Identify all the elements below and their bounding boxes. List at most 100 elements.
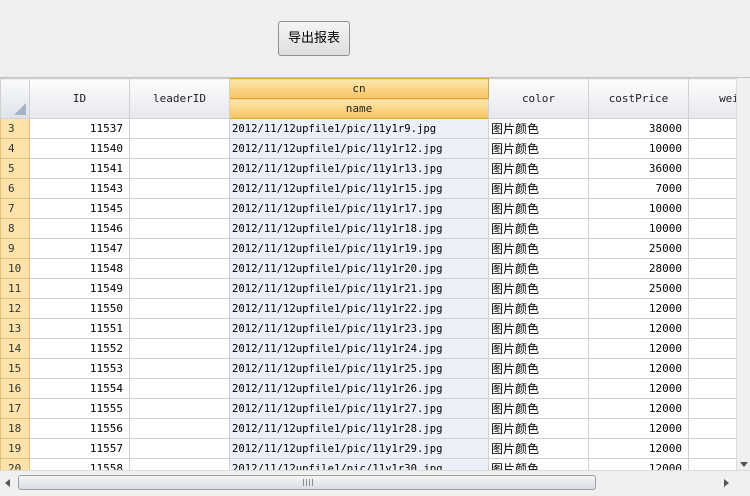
cell-costprice[interactable]: 38000 — [589, 119, 689, 139]
row-number[interactable]: 17 — [1, 399, 30, 419]
cell-color[interactable]: 图片颜色 — [489, 319, 589, 339]
cell-name[interactable]: 2012/11/12upfile1/pic/11y1r24.jpg — [230, 339, 489, 359]
row-number[interactable]: 7 — [1, 199, 30, 219]
cell-leaderid[interactable] — [130, 439, 230, 459]
cell-color[interactable]: 图片颜色 — [489, 299, 589, 319]
row-number[interactable]: 9 — [1, 239, 30, 259]
cell-color[interactable]: 图片颜色 — [489, 439, 589, 459]
column-header-id[interactable]: ID — [30, 79, 130, 119]
row-number[interactable]: 16 — [1, 379, 30, 399]
cell-color[interactable]: 图片颜色 — [489, 419, 589, 439]
cell-id[interactable]: 11548 — [30, 259, 130, 279]
scroll-left-arrow-icon[interactable] — [5, 479, 10, 487]
cell-id[interactable]: 11545 — [30, 199, 130, 219]
row-number[interactable]: 18 — [1, 419, 30, 439]
cell-id[interactable]: 11553 — [30, 359, 130, 379]
cell-leaderid[interactable] — [130, 339, 230, 359]
cell-leaderid[interactable] — [130, 299, 230, 319]
cell-leaderid[interactable] — [130, 359, 230, 379]
row-number[interactable]: 12 — [1, 299, 30, 319]
column-header-color[interactable]: color — [489, 79, 589, 119]
cell-color[interactable]: 图片颜色 — [489, 359, 589, 379]
table-row[interactable]: 9115472012/11/12upfile1/pic/11y1r19.jpg图… — [1, 239, 750, 259]
cell-id[interactable]: 11540 — [30, 139, 130, 159]
table-row[interactable]: 10115482012/11/12upfile1/pic/11y1r20.jpg… — [1, 259, 750, 279]
cell-costprice[interactable]: 12000 — [589, 299, 689, 319]
cell-id[interactable]: 11557 — [30, 439, 130, 459]
cell-leaderid[interactable] — [130, 139, 230, 159]
cell-leaderid[interactable] — [130, 259, 230, 279]
cell-costprice[interactable]: 10000 — [589, 139, 689, 159]
cell-color[interactable]: 图片颜色 — [489, 239, 589, 259]
cell-name[interactable]: 2012/11/12upfile1/pic/11y1r15.jpg — [230, 179, 489, 199]
cell-color[interactable]: 图片颜色 — [489, 279, 589, 299]
cell-name[interactable]: 2012/11/12upfile1/pic/11y1r22.jpg — [230, 299, 489, 319]
table-row[interactable]: 19115572012/11/12upfile1/pic/11y1r29.jpg… — [1, 439, 750, 459]
cell-id[interactable]: 11549 — [30, 279, 130, 299]
row-number[interactable]: 8 — [1, 219, 30, 239]
table-row[interactable]: 3115372012/11/12upfile1/pic/11y1r9.jpg图片… — [1, 119, 750, 139]
cell-id[interactable]: 11541 — [30, 159, 130, 179]
export-report-button[interactable]: 导出报表 — [278, 21, 350, 56]
cell-color[interactable]: 图片颜色 — [489, 139, 589, 159]
table-row[interactable]: 1211550 2012/11/12upfile1/pic/11y1r22.jpg… — [1, 299, 750, 319]
cell-id[interactable]: 11537 — [30, 119, 130, 139]
row-number[interactable]: 15 — [1, 359, 30, 379]
cell-color[interactable]: 图片颜色 — [489, 339, 589, 359]
row-number[interactable]: 19 — [1, 439, 30, 459]
cell-color[interactable]: 图片颜色 — [489, 119, 589, 139]
cell-name[interactable]: 2012/11/12upfile1/pic/11y1r17.jpg — [230, 199, 489, 219]
cell-name[interactable]: 2012/11/12upfile1/pic/11y1r27.jpg — [230, 399, 489, 419]
cell-color[interactable]: 图片颜色 — [489, 179, 589, 199]
cell-leaderid[interactable] — [130, 379, 230, 399]
row-number[interactable]: 4 — [1, 139, 30, 159]
table-row[interactable]: 1511553 2012/11/12upfile1/pic/11y1r25.jpg… — [1, 359, 750, 379]
cell-leaderid[interactable] — [130, 319, 230, 339]
cell-name[interactable]: 2012/11/12upfile1/pic/11y1r28.jpg — [230, 419, 489, 439]
row-number[interactable]: 6 — [1, 179, 30, 199]
cell-name[interactable]: 2012/11/12upfile1/pic/11y1r23.jpg — [230, 319, 489, 339]
cell-leaderid[interactable] — [130, 119, 230, 139]
cell-name[interactable]: 2012/11/12upfile1/pic/11y1r19.jpg — [230, 239, 489, 259]
cell-costprice[interactable]: 12000 — [589, 399, 689, 419]
cell-id[interactable]: 11543 — [30, 179, 130, 199]
cell-costprice[interactable]: 12000 — [589, 339, 689, 359]
column-header-leaderid[interactable]: leaderID — [130, 79, 230, 119]
table-row[interactable]: 5115412012/11/12upfile1/pic/11y1r13.jpg图… — [1, 159, 750, 179]
table-row[interactable]: 8115462012/11/12upfile1/pic/11y1r18.jpg图… — [1, 219, 750, 239]
scroll-down-arrow-icon[interactable] — [740, 462, 748, 467]
table-row[interactable]: 1811556 2012/11/12upfile1/pic/11y1r28.jpg… — [1, 419, 750, 439]
row-number[interactable]: 13 — [1, 319, 30, 339]
cell-leaderid[interactable] — [130, 159, 230, 179]
cell-costprice[interactable]: 7000 — [589, 179, 689, 199]
cell-costprice[interactable]: 36000 — [589, 159, 689, 179]
cell-id[interactable]: 11546 — [30, 219, 130, 239]
row-number[interactable]: 3 — [1, 119, 30, 139]
cell-name[interactable]: 2012/11/12upfile1/pic/11y1r25.jpg — [230, 359, 489, 379]
cell-name[interactable]: 2012/11/12upfile1/pic/11y1r12.jpg — [230, 139, 489, 159]
cell-costprice[interactable]: 10000 — [589, 219, 689, 239]
vertical-scrollbar[interactable] — [736, 78, 750, 470]
scroll-right-arrow-icon[interactable] — [724, 479, 729, 487]
horizontal-scrollbar[interactable] — [0, 470, 750, 496]
table-row[interactable]: 16115542012/11/12upfile1/pic/11y1r26.jpg… — [1, 379, 750, 399]
cell-id[interactable]: 11556 — [30, 419, 130, 439]
cell-color[interactable]: 图片颜色 — [489, 159, 589, 179]
cell-name[interactable]: 2012/11/12upfile1/pic/11y1r13.jpg — [230, 159, 489, 179]
cell-name[interactable]: 2012/11/12upfile1/pic/11y1r20.jpg — [230, 259, 489, 279]
cell-costprice[interactable]: 10000 — [589, 199, 689, 219]
cell-color[interactable]: 图片颜色 — [489, 199, 589, 219]
cell-name[interactable]: 2012/11/12upfile1/pic/11y1r26.jpg — [230, 379, 489, 399]
cell-color[interactable]: 图片颜色 — [489, 379, 589, 399]
row-number[interactable]: 11 — [1, 279, 30, 299]
cell-costprice[interactable]: 25000 — [589, 239, 689, 259]
horizontal-scroll-thumb[interactable] — [18, 475, 596, 490]
cell-costprice[interactable]: 28000 — [589, 259, 689, 279]
cell-color[interactable]: 图片颜色 — [489, 399, 589, 419]
column-header-costprice[interactable]: costPrice — [589, 79, 689, 119]
cell-id[interactable]: 11550 — [30, 299, 130, 319]
cell-leaderid[interactable] — [130, 279, 230, 299]
cell-color[interactable]: 图片颜色 — [489, 259, 589, 279]
cell-name[interactable]: 2012/11/12upfile1/pic/11y1r21.jpg — [230, 279, 489, 299]
cell-id[interactable]: 11555 — [30, 399, 130, 419]
